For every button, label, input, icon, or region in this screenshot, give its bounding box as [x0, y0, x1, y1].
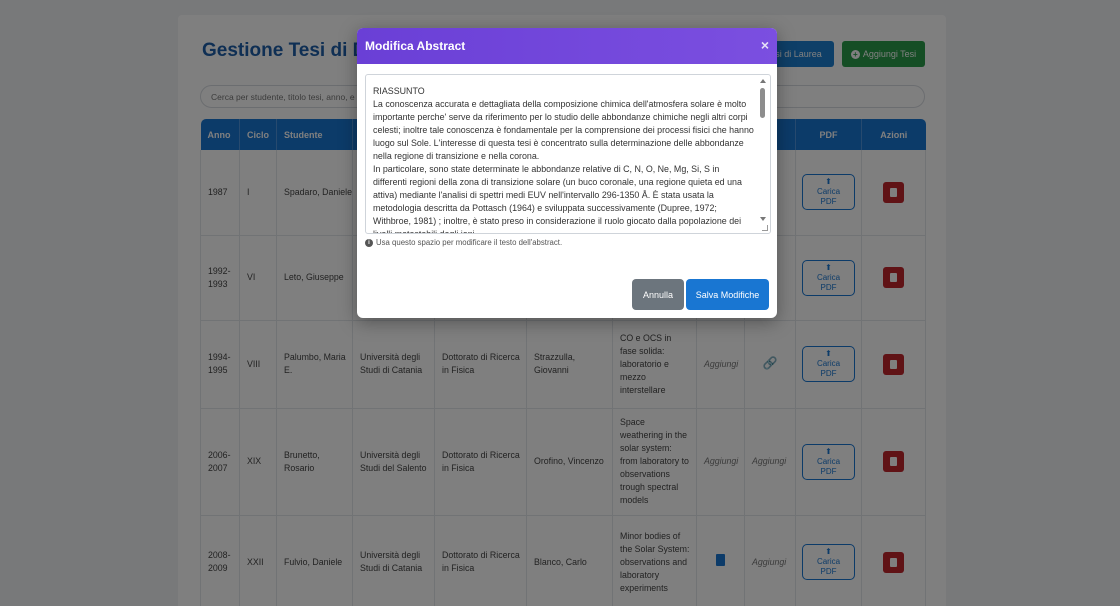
abstract-paragraph-2: La conoscenza accurata e dettagliata del…: [373, 99, 754, 161]
modal-title: Modifica Abstract: [365, 39, 466, 53]
page: Gestione Tesi di Do esi di Laurea + Aggi…: [0, 0, 1120, 606]
abstract-paragraph-1: RIASSUNTO: [373, 86, 425, 96]
resize-handle-icon[interactable]: [762, 225, 768, 231]
scroll-up-icon[interactable]: [760, 79, 766, 83]
close-icon[interactable]: ×: [761, 38, 769, 52]
save-changes-button[interactable]: Salva Modifiche: [686, 279, 769, 310]
abstract-paragraph-3: In particolare, sono state determinate l…: [373, 164, 742, 234]
cancel-button[interactable]: Annulla: [632, 279, 684, 310]
info-icon: i: [365, 238, 373, 247]
scroll-down-icon[interactable]: [760, 217, 766, 221]
edit-abstract-modal: Modifica Abstract × RIASSUNTO La conosce…: [357, 28, 777, 318]
abstract-hint: i Usa questo spazio per modificare il te…: [365, 238, 562, 247]
abstract-textarea[interactable]: RIASSUNTO La conoscenza accurata e detta…: [365, 74, 771, 234]
textarea-scrollbar[interactable]: [759, 79, 767, 229]
abstract-hint-text: Usa questo spazio per modificare il test…: [376, 238, 563, 247]
modal-header: Modifica Abstract ×: [357, 28, 777, 64]
scroll-thumb[interactable]: [760, 88, 765, 118]
